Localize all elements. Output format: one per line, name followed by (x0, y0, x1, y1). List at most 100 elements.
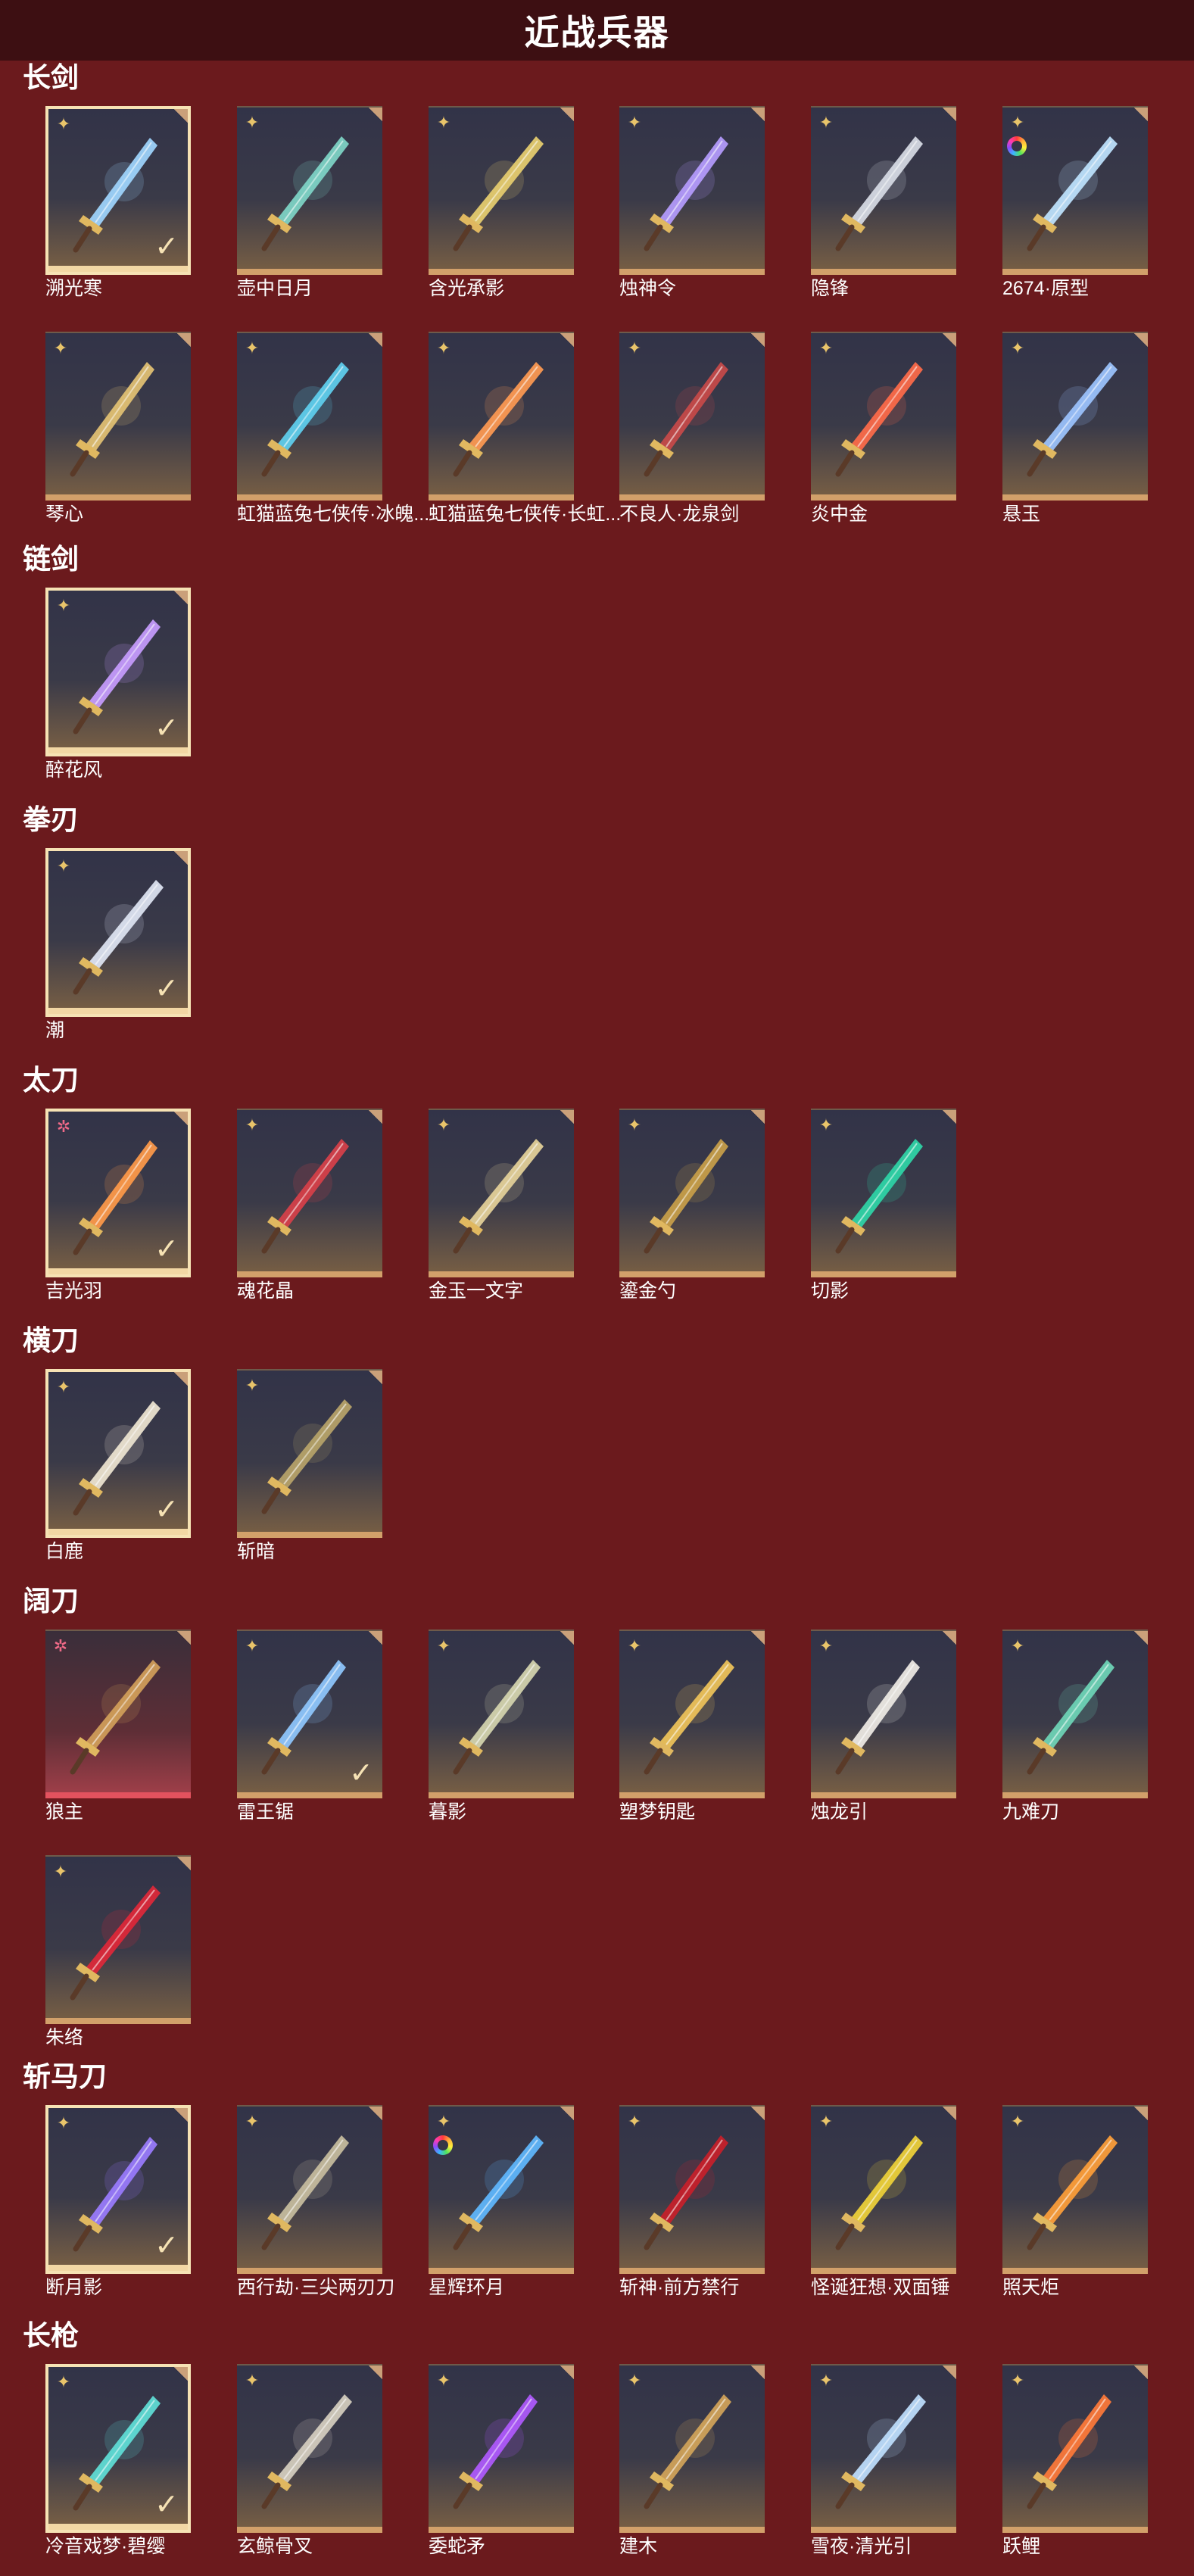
weapon-item[interactable]: ✦ 塑梦钥匙 (619, 1629, 765, 1823)
weapon-art (644, 2394, 731, 2509)
weapon-card[interactable]: ✦ (429, 1109, 574, 1277)
weapon-card[interactable]: ✲ ✓ (45, 1109, 191, 1277)
weapon-item[interactable]: ✦ 炎中金 (811, 332, 956, 525)
weapon-item[interactable]: ✦ ✓ 潮 (45, 848, 191, 1041)
weapon-card[interactable]: ✦ (619, 1109, 765, 1277)
weapon-card[interactable]: ✦ (1002, 106, 1148, 275)
weapon-item[interactable]: ✦ 魂花晶 (237, 1109, 382, 1302)
weapon-card[interactable]: ✦ ✓ (45, 2364, 191, 2533)
weapon-item[interactable]: ✦ 烛龙引 (811, 1629, 956, 1823)
weapon-item[interactable]: ✦ 虹猫蓝兔七侠传·长虹... (429, 332, 621, 525)
weapon-item[interactable]: ✦ 跃鲤 (1002, 2364, 1148, 2557)
weapon-card[interactable]: ✦ (619, 2105, 765, 2274)
weapon-card[interactable]: ✦ ✓ (45, 848, 191, 1017)
weapon-item[interactable]: ✦ ✓ 醉花风 (45, 588, 191, 781)
weapon-card[interactable]: ✦ (45, 332, 191, 501)
weapon-card[interactable]: ✦ (1002, 2105, 1148, 2274)
weapon-item[interactable]: ✦ 建木 (619, 2364, 765, 2557)
weapon-item[interactable]: ✦ 烛神令 (619, 106, 765, 299)
weapon-item[interactable]: ✦ 斩暗 (237, 1369, 382, 1562)
weapon-item[interactable]: ✦ 鎏金勺 (619, 1109, 765, 1302)
weapon-item[interactable]: ✦ 星辉环月 (429, 2105, 574, 2298)
weapon-art (835, 136, 923, 251)
weapon-card[interactable]: ✦ (619, 2364, 765, 2533)
weapon-card[interactable]: ✦ ✓ (45, 2105, 191, 2274)
weapon-item[interactable]: ✦ 壶中日月 (237, 106, 382, 299)
weapon-name: 九难刀 (1002, 1801, 1060, 1823)
weapon-card[interactable]: ✦ (811, 106, 956, 275)
weapon-card[interactable]: ✦ ✓ (45, 106, 191, 275)
weapon-card[interactable]: ✦ (1002, 2364, 1148, 2533)
weapon-card[interactable]: ✦ (619, 1629, 765, 1798)
weapon-card[interactable]: ✦ (237, 2105, 382, 2274)
weapon-item[interactable]: ✲ ✓ 吉光羽 (45, 1109, 191, 1302)
weapon-item[interactable]: ✦ 悬玉 (1002, 332, 1148, 525)
weapon-card[interactable]: ✦ (429, 2364, 574, 2533)
weapon-art (70, 362, 154, 477)
weapon-item[interactable]: ✦ 斩神·前方禁行 (619, 2105, 765, 2298)
weapon-item[interactable]: ✦ 不良人·龙泉剑 (619, 332, 765, 525)
weapon-name: 斩神·前方禁行 (619, 2277, 740, 2298)
weapon-art (1027, 362, 1118, 477)
weapon-card[interactable]: ✦ (811, 1629, 956, 1798)
weapon-card[interactable]: ✦ (619, 332, 765, 501)
weapon-item[interactable]: ✦ 照天炬 (1002, 2105, 1148, 2298)
weapon-item[interactable]: ✦ 金玉一文字 (429, 1109, 574, 1302)
equipped-check-icon: ✓ (154, 231, 179, 263)
weapon-card[interactable]: ✦ (429, 2105, 574, 2274)
weapon-item[interactable]: ✦ 暮影 (429, 1629, 574, 1823)
weapon-card[interactable]: ✦ (429, 1629, 574, 1798)
weapon-card[interactable]: ✦ (811, 2364, 956, 2533)
weapon-card[interactable]: ✦ ✓ (237, 1629, 382, 1798)
weapon-card[interactable]: ✦ (1002, 1629, 1148, 1798)
weapon-item[interactable]: ✦ 西行劫·三尖两刃刀 (237, 2105, 394, 2298)
weapon-item[interactable]: ✦ 切影 (811, 1109, 956, 1302)
weapon-card[interactable]: ✦ (237, 2364, 382, 2533)
weapon-card[interactable]: ✦ (237, 106, 382, 275)
corner-tab-icon (750, 1631, 765, 1646)
weapon-card[interactable]: ✦ (237, 332, 382, 501)
weapon-card[interactable]: ✦ (237, 1369, 382, 1538)
weapon-item[interactable]: ✦ 委蛇矛 (429, 2364, 574, 2557)
weapon-item[interactable]: ✦ 琴心 (45, 332, 191, 525)
weapon-name: 星辉环月 (429, 2277, 505, 2298)
section-title: 长剑 (23, 62, 79, 93)
weapon-card[interactable]: ✲ (45, 1629, 191, 1798)
weapon-card[interactable]: ✦ (45, 1855, 191, 2024)
weapon-item[interactable]: ✦ ✓ 冷音戏梦·碧缨 (45, 2364, 191, 2557)
weapon-card[interactable]: ✦ ✓ (45, 1369, 191, 1538)
weapon-item[interactable]: ✲ 狼主 (45, 1629, 191, 1823)
weapon-item[interactable]: ✦ 怪诞狂想·双面锤 (811, 2105, 956, 2298)
weapon-item[interactable]: ✦ ✓ 白鹿 (45, 1369, 191, 1562)
corner-tab-icon (941, 2107, 956, 2122)
weapon-art (261, 2135, 349, 2250)
weapon-card[interactable]: ✦ (237, 1109, 382, 1277)
weapon-name: 西行劫·三尖两刃刀 (237, 2277, 395, 2298)
weapon-item[interactable]: ✦ 含光承影 (429, 106, 574, 299)
weapon-card[interactable]: ✦ (811, 332, 956, 501)
weapon-card[interactable]: ✦ (811, 1109, 956, 1277)
weapon-item[interactable]: ✦ 朱络 (45, 1855, 191, 2048)
weapon-item[interactable]: ✦ 隐锋 (811, 106, 956, 299)
weapon-name: 跃鲤 (1002, 2536, 1041, 2557)
weapon-item[interactable]: ✦ ✓ 溯光寒 (45, 106, 191, 299)
weapon-card[interactable]: ✦ (811, 2105, 956, 2274)
equipped-check-icon: ✓ (154, 1233, 179, 1265)
weapon-name: 虹猫蓝兔七侠传·长虹... (429, 504, 622, 525)
weapon-art (453, 362, 544, 477)
weapon-item[interactable]: ✦ 2674·原型 (1002, 106, 1148, 299)
weapon-item[interactable]: ✦ ✓ 断月影 (45, 2105, 191, 2298)
weapon-card[interactable]: ✦ (1002, 332, 1148, 501)
weapon-card[interactable]: ✦ (429, 332, 574, 501)
weapon-item[interactable]: ✦ 雪夜·清光引 (811, 2364, 956, 2557)
weapon-item[interactable]: ✦ 九难刀 (1002, 1629, 1148, 1823)
weapon-item[interactable]: ✦ ✓ 雷王锯 (237, 1629, 382, 1823)
weapon-card[interactable]: ✦ ✓ (45, 588, 191, 756)
weapon-art (261, 1139, 349, 1254)
corner-tab-icon (559, 1631, 574, 1646)
weapon-card[interactable]: ✦ (619, 106, 765, 275)
weapon-item[interactable]: ✦ 玄鲸骨叉 (237, 2364, 382, 2557)
weapon-card[interactable]: ✦ (429, 106, 574, 275)
weapon-item[interactable]: ✦ 虹猫蓝兔七侠传·冰魄... (237, 332, 429, 525)
weapon-art (70, 1660, 161, 1775)
